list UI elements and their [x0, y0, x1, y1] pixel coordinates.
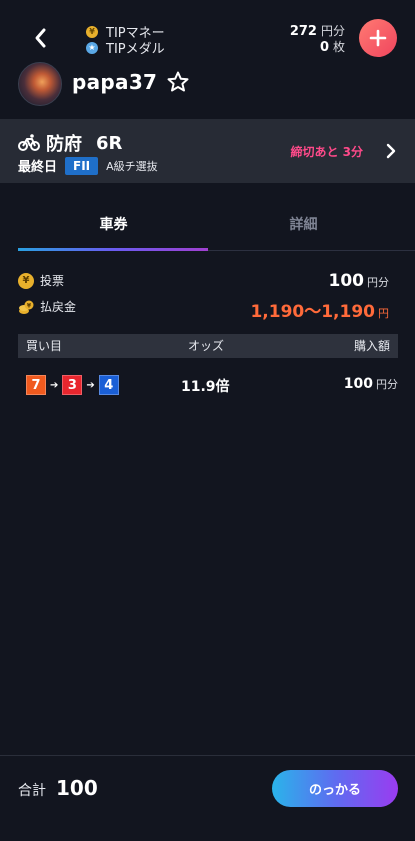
chevron-left-icon [35, 28, 46, 48]
bike-number-2: 3 [62, 375, 83, 395]
tip-money-amount: 272 [289, 24, 317, 39]
total-section: 合計 100 [18, 776, 98, 800]
race-title: 防府 6R [18, 130, 122, 156]
yen-icon: ¥ [18, 272, 34, 289]
bet-row: ¥ 投票 [18, 272, 64, 289]
total-value: 100 [56, 776, 98, 800]
arrow-right-icon: ➔ [86, 379, 95, 391]
tip-money-value: 272 円分 [290, 22, 345, 39]
bet-value: 100 円分 [329, 271, 390, 291]
yen-coin-icon: ¥ [86, 25, 98, 38]
tab-ticket[interactable]: 車券 [10, 204, 217, 252]
column-header-combo: 買い目 [26, 339, 63, 353]
star-outline-icon [167, 71, 189, 92]
purchase-amount-value: 100 [343, 376, 373, 392]
table-row: 7 ➔ 3 ➔ 4 11.9倍 100 円分 [18, 370, 398, 400]
bet-unit: 円分 [367, 276, 389, 289]
race-number: 6R [96, 132, 123, 154]
tip-medal-row: ★ TIPメダル [86, 38, 165, 57]
back-button[interactable] [22, 20, 58, 56]
race-info: 最終日 FII A級チ選抜 [18, 156, 158, 175]
tip-medal-label: TIPメダル [106, 42, 165, 57]
tip-medal-amount: 0 [319, 40, 329, 55]
tip-money-unit: 円分 [320, 24, 345, 38]
coins-icon: ¥ [18, 299, 34, 315]
username: papa37 [72, 70, 158, 94]
race-class: A級チ選抜 [106, 159, 158, 173]
tab-active-indicator [18, 248, 208, 251]
bike-number-1: 7 [26, 375, 46, 395]
payout-amount: 1,190〜1,190 [250, 302, 375, 322]
table-header: 買い目 オッズ 購入額 [18, 334, 398, 358]
tab-details[interactable]: 詳細 [200, 204, 407, 252]
footer-divider [0, 755, 415, 756]
chevron-right-icon [386, 143, 396, 159]
column-header-amount: 購入額 [353, 339, 390, 353]
arrow-right-icon: ➔ [50, 379, 59, 391]
bike-number-3: 4 [98, 375, 119, 395]
grade-badge: FII [65, 156, 99, 175]
bet-label: 投票 [40, 274, 65, 288]
total-label: 合計 [18, 783, 46, 799]
odds-value: 11.9倍 [181, 379, 230, 395]
tip-medal-value: 0 枚 [320, 38, 345, 55]
add-tip-button[interactable] [359, 19, 397, 57]
payout-unit: 円 [378, 307, 389, 320]
purchase-amount: 100 円分 [344, 376, 398, 392]
bet-amount: 100 [328, 271, 365, 291]
deadline-text: 締切あと 3分 [290, 145, 363, 159]
race-venue: 防府 [46, 134, 82, 155]
column-header-odds: オッズ [188, 339, 225, 353]
tip-medal-unit: 枚 [332, 40, 345, 54]
combination: 7 ➔ 3 ➔ 4 [26, 375, 119, 395]
join-bet-button[interactable]: のっかる [272, 770, 398, 807]
medal-star-icon: ★ [86, 41, 98, 54]
race-detail-button[interactable] [384, 143, 398, 159]
bicycle-icon [18, 134, 40, 151]
favorite-button[interactable] [166, 70, 190, 94]
plus-icon [369, 29, 387, 47]
payout-value: 1,190〜1,190 円 [250, 297, 389, 322]
purchase-amount-unit: 円分 [376, 378, 398, 391]
payout-label: 払戻金 [40, 300, 77, 314]
payout-row: ¥ 払戻金 [18, 298, 76, 315]
avatar[interactable] [18, 62, 62, 106]
race-day: 最終日 [18, 160, 58, 175]
